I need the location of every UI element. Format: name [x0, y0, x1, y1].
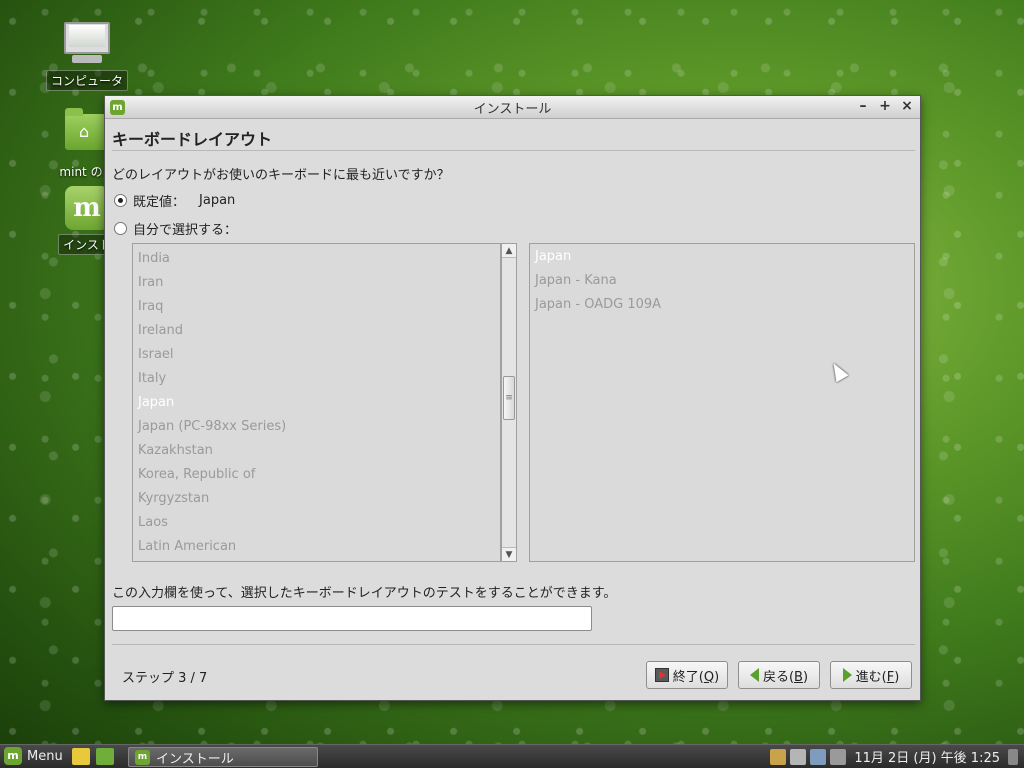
taskbar-item-installer[interactable]: m インストール	[128, 747, 318, 767]
keyboard-icon[interactable]	[830, 748, 847, 765]
list-item[interactable]: Iraq	[133, 295, 500, 319]
custom-layout-label: 自分で選択する：	[133, 223, 238, 238]
forward-button-label: 進む(	[855, 669, 887, 685]
default-layout-label: 既定値：	[133, 195, 186, 210]
window-title: インストール	[473, 101, 552, 117]
list-item[interactable]: Kyrgyzstan	[133, 487, 500, 511]
default-layout-value: Japan	[199, 193, 236, 208]
test-input-label: この入力欄を使って、選択したキーボードレイアウトのテストをすることができます。	[112, 586, 617, 601]
volume-icon[interactable]	[1008, 748, 1018, 765]
variant-list[interactable]: Japan Japan - Kana Japan - OADG 109A	[529, 243, 915, 562]
system-tray: 11月 2日 (月) 午後 1:25	[770, 747, 1018, 766]
quit-button-label-end: )	[714, 669, 720, 685]
list-item-selected[interactable]: Japan	[133, 391, 500, 415]
desktop-icon-computer[interactable]: コンピュータ	[44, 22, 130, 91]
quit-mnemonic: Q	[703, 669, 715, 685]
scrollbar-thumb[interactable]: ≡	[503, 376, 515, 420]
default-layout-option[interactable]: 既定値： Japan	[114, 191, 235, 210]
list-item[interactable]: India	[133, 247, 500, 271]
layout-list[interactable]: India Iran Iraq Ireland Israel Italy Jap…	[132, 243, 501, 562]
list-item[interactable]: Latin American	[133, 535, 500, 559]
layout-list-scrollbar[interactable]: ▲ ≡ ▼	[501, 243, 517, 562]
installer-window: m インストール – + × キーボードレイアウト どのレイアウトがお使いのキー…	[104, 95, 921, 701]
page-title: キーボードレイアウト	[112, 130, 273, 149]
scroll-down-arrow-icon[interactable]: ▼	[502, 547, 516, 561]
window-titlebar[interactable]: m インストール – + ×	[105, 96, 920, 119]
close-button[interactable]: ×	[900, 98, 914, 114]
quit-icon	[654, 668, 669, 682]
lock-icon[interactable]	[770, 748, 787, 765]
terminal-launcher-icon[interactable]	[96, 748, 114, 765]
list-item[interactable]: Israel	[133, 343, 500, 367]
quit-button-label: 終了(	[672, 669, 704, 685]
menu-button[interactable]: m Menu	[4, 747, 63, 765]
variant-item[interactable]: Japan - OADG 109A	[530, 293, 914, 317]
menu-label: Menu	[27, 748, 63, 764]
maximize-button[interactable]: +	[878, 98, 892, 114]
mint-app-icon: m	[135, 749, 150, 765]
divider	[112, 150, 915, 151]
back-arrow-icon	[749, 668, 759, 682]
back-mnemonic: B	[794, 669, 803, 685]
scroll-up-arrow-icon[interactable]: ▲	[502, 244, 516, 258]
list-item[interactable]: Korea, Republic of	[133, 463, 500, 487]
divider	[112, 644, 915, 645]
back-button[interactable]: 戻る(B)	[738, 661, 820, 689]
custom-layout-radio[interactable]	[114, 222, 127, 235]
default-layout-radio[interactable]	[114, 194, 127, 207]
step-indicator: ステップ 3 / 7	[122, 671, 208, 686]
forward-button-label-end: )	[894, 669, 900, 685]
computer-icon	[63, 22, 111, 66]
list-item[interactable]: Italy	[133, 367, 500, 391]
taskbar: m Menu m インストール 11月 2日 (月) 午後 1:25	[0, 744, 1024, 768]
mint-menu-icon: m	[4, 747, 22, 765]
list-item[interactable]: Ireland	[133, 319, 500, 343]
minimize-button[interactable]: –	[856, 98, 870, 114]
network-icon[interactable]	[810, 748, 827, 765]
list-item[interactable]: Japan (PC-98xx Series)	[133, 415, 500, 439]
list-item[interactable]: Kazakhstan	[133, 439, 500, 463]
text-editor-launcher-icon[interactable]	[72, 748, 90, 765]
forward-button[interactable]: 進む(F)	[830, 661, 912, 689]
back-button-label: 戻る(	[762, 669, 795, 685]
custom-layout-option[interactable]: 自分で選択する：	[114, 219, 237, 238]
forward-arrow-icon	[842, 668, 852, 682]
back-button-label-end: )	[802, 669, 809, 685]
variant-item[interactable]: Japan - Kana	[530, 269, 914, 293]
variant-item-selected[interactable]: Japan	[530, 245, 914, 269]
desktop-icon-label: コンピュータ	[45, 70, 128, 91]
list-item[interactable]: Iran	[133, 271, 500, 295]
taskbar-item-label: インストール	[156, 751, 234, 767]
clock[interactable]: 11月 2日 (月) 午後 1:25	[854, 747, 1000, 766]
quit-button[interactable]: 終了(Q)	[646, 661, 728, 689]
update-manager-icon[interactable]	[790, 748, 807, 765]
layout-question: どのレイアウトがお使いのキーボードに最も近いですか？	[112, 168, 450, 183]
list-item[interactable]: Laos	[133, 511, 500, 535]
keyboard-test-input[interactable]	[112, 606, 592, 631]
